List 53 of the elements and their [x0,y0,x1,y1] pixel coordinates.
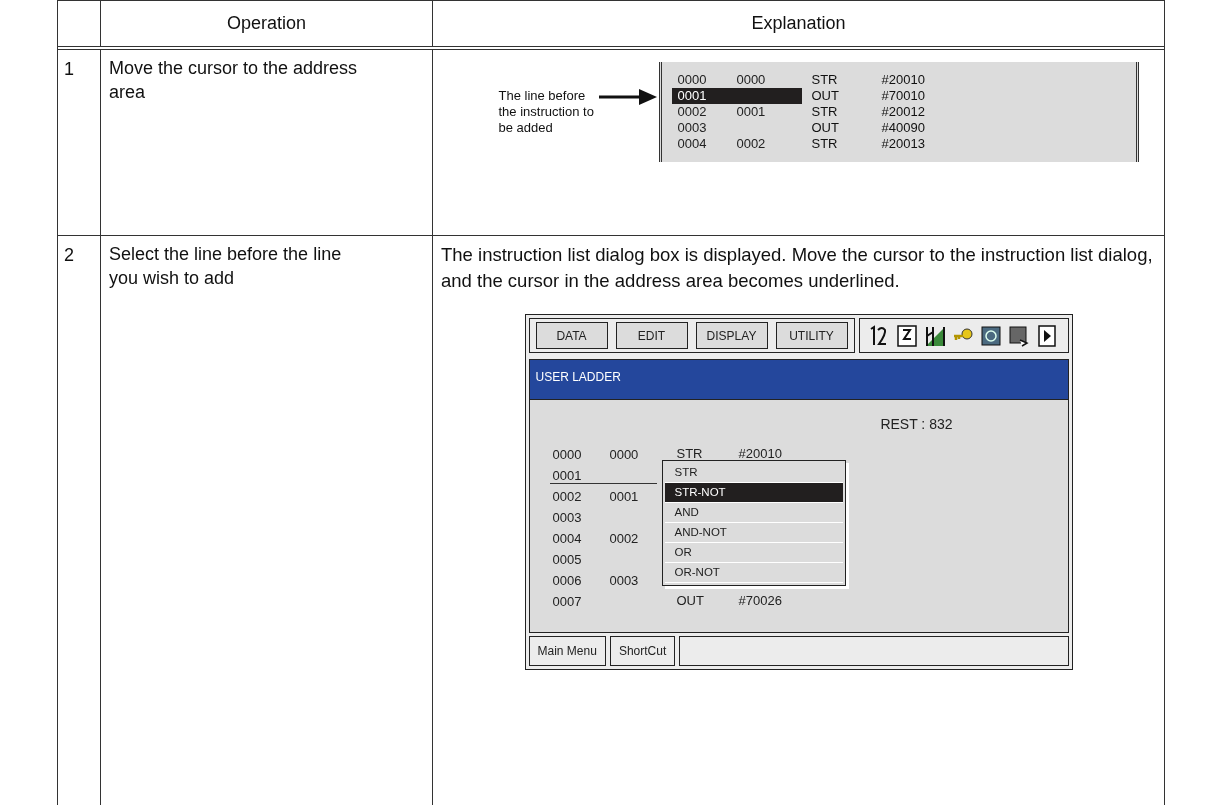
listing-address: 0000 0000 [676,72,767,88]
address-cell-text: 0003 [551,508,583,526]
rest-count: REST : 832 [880,415,953,434]
monitor-icon[interactable] [979,323,1002,348]
row-number: 2 [64,245,74,265]
address-cell-text: 0002 0001 [551,487,640,505]
operand-cell-text: #70026 [737,591,782,610]
listing-address: 0004 0002 [676,136,767,152]
dropdown-item[interactable]: OR [664,543,843,563]
operand-cell-text: #20010 [737,444,782,463]
listing-instruction: STR [810,104,839,120]
listing-address: 0003 [676,120,708,136]
row-number: 1 [64,59,74,79]
listing-address: 0001 [671,88,802,104]
listing-operand: #20010 [880,72,925,88]
listing-instruction: OUT [810,120,840,136]
listing-operand: #40090 [880,120,925,136]
listing-instruction: STR [810,136,839,152]
address-cell-text: 0005 [551,550,583,568]
menu-button[interactable]: DATA [535,322,608,349]
column-header: Operation [226,12,307,35]
listing-operand: #20012 [880,104,925,120]
operation-text: Move the cursor to the address area [109,57,359,104]
listing-instruction: STR [810,72,839,88]
address-cell-text: 0000 0000 [551,445,640,463]
callout-text: The line before the instruction to be added [498,88,595,136]
document-icon[interactable] [895,323,918,348]
menu-button[interactable]: UTILITY [775,322,848,349]
address-cell-text: 0006 0003 [551,571,640,589]
listing-operand: #70010 [880,88,925,104]
arrow [598,87,659,107]
menu-button[interactable]: DISPLAY [695,322,768,349]
screen-title: USER LADDER [535,370,621,384]
operation-text: Select the line before the line you wish to add [109,243,343,290]
listing-instruction: OUT [810,88,840,104]
listing-operand: #20013 [880,136,925,152]
address-cell-text: 0004 0002 [551,529,640,547]
bottom-button[interactable]: Main Menu [528,636,606,666]
dropdown-item[interactable]: AND [664,503,843,523]
explanation-text: The instruction list dialog box is displayed. Move the cursor to the instruction list dialog, and the cursor in the address area becomes underlined. [441,243,1154,293]
play-icon[interactable] [1035,323,1058,348]
dropdown-item[interactable]: OR-NOT [664,563,843,583]
dropdown-item[interactable]: STR-NOT [664,483,843,503]
dropdown-item[interactable]: AND-NOT [664,523,843,543]
instruction-cell-text: OUT [675,591,705,610]
listing-address: 0002 0001 [676,104,767,120]
address-cell: 0001 [549,465,657,484]
instruction-cell-text: STR [675,444,704,463]
bottom-button[interactable]: ShortCut [609,636,676,666]
address-cell-text: 0007 [551,592,583,610]
menu-button[interactable]: EDIT [615,322,688,349]
window-arrow-icon[interactable] [1007,323,1030,348]
column-header: Explanation [751,12,846,35]
